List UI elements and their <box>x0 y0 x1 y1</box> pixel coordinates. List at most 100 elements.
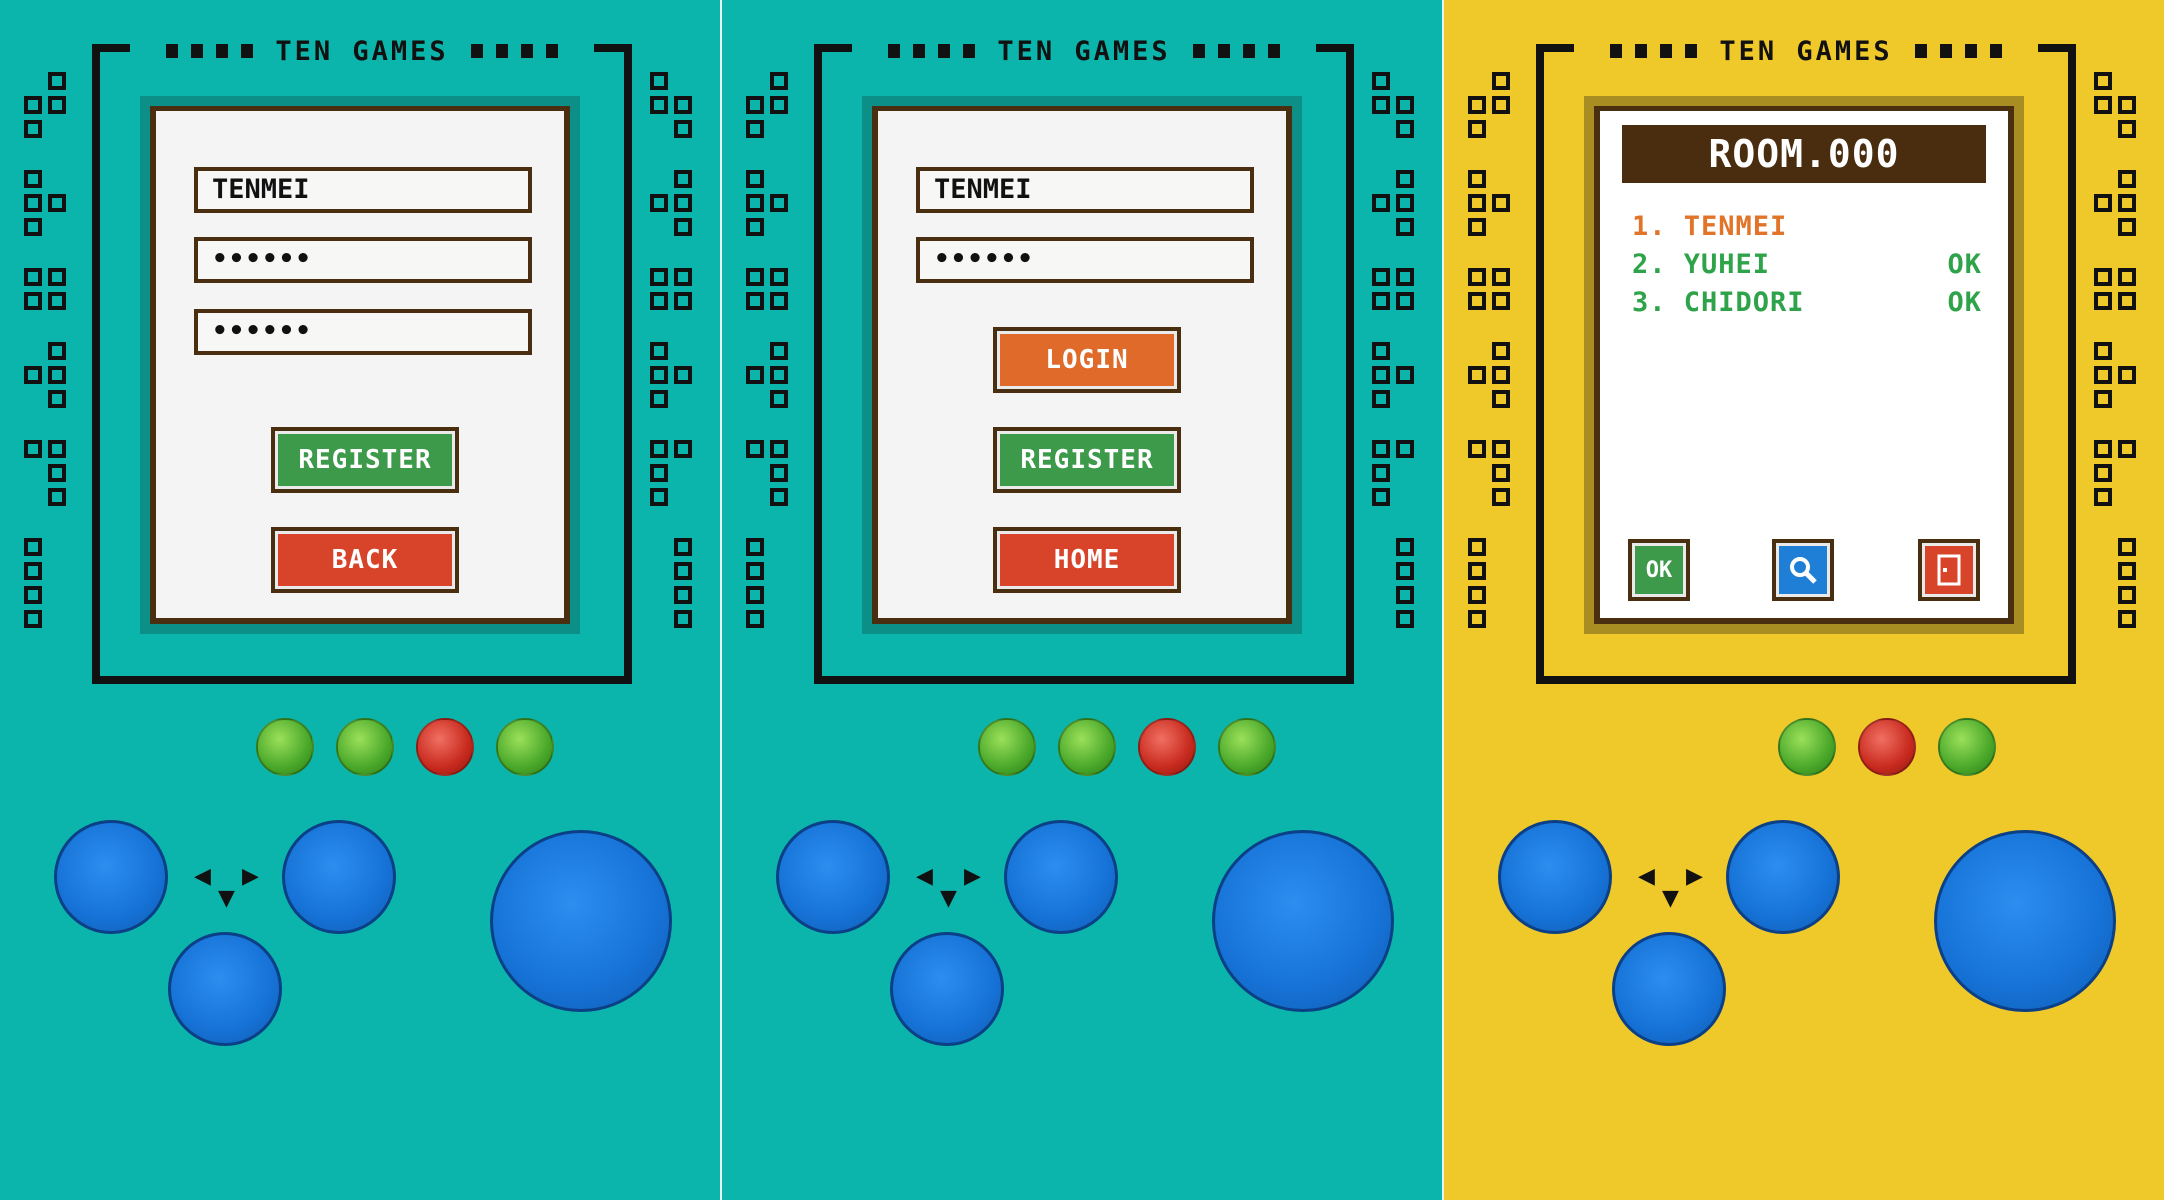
tetromino-block <box>674 562 692 580</box>
tetromino-block <box>24 218 42 236</box>
tetromino-block <box>746 562 764 580</box>
tetromino-block <box>674 440 692 458</box>
tetromino-block <box>650 488 668 506</box>
tetromino-block <box>2094 342 2112 360</box>
action-button[interactable] <box>490 830 672 1012</box>
tetromino-block <box>770 440 788 458</box>
led-green <box>978 718 1036 776</box>
title-dash <box>1914 44 1927 58</box>
tetromino-block <box>1468 268 1486 286</box>
dpad-right-button[interactable] <box>1726 820 1840 934</box>
tetromino-block <box>674 538 692 556</box>
dpad-right-button[interactable] <box>282 820 396 934</box>
led-red <box>1138 718 1196 776</box>
tetromino-block <box>1492 440 1510 458</box>
username-field[interactable]: TENMEI <box>194 167 532 213</box>
tetromino-block <box>650 96 668 114</box>
tetromino-block <box>2094 96 2112 114</box>
tetromino-block <box>48 96 66 114</box>
led-green <box>336 718 394 776</box>
title-dash <box>888 44 901 58</box>
action-button[interactable] <box>1212 830 1394 1012</box>
arrow-left-icon: ◀ <box>194 864 211 889</box>
title-dash <box>1939 44 1952 58</box>
title-dash <box>1192 44 1205 58</box>
panel-register: TEN GAMES TEN GAMES TENMEI •••••• ••••••… <box>0 0 720 1200</box>
tetromino-block <box>1372 342 1390 360</box>
dpad-down-button[interactable] <box>890 932 1004 1046</box>
tetromino-block <box>674 610 692 628</box>
arrow-left-icon: ◀ <box>916 864 933 889</box>
exit-button[interactable] <box>1918 539 1980 601</box>
tetromino-block <box>674 218 692 236</box>
led-green <box>1778 718 1836 776</box>
player-name: 1. TENMEI <box>1632 211 1788 242</box>
tetromino-block <box>770 464 788 482</box>
register-button[interactable]: REGISTER <box>271 427 459 493</box>
title-dash <box>520 44 533 58</box>
tetromino-block <box>1468 562 1486 580</box>
tetromino-block <box>1492 72 1510 90</box>
tetromino-block <box>48 72 66 90</box>
back-button-label: BACK <box>331 545 399 575</box>
right-block-column <box>2094 66 2142 636</box>
action-button[interactable] <box>1934 830 2116 1012</box>
tetromino-block <box>770 96 788 114</box>
tetromino-block <box>674 194 692 212</box>
tetromino-block <box>1492 292 1510 310</box>
tetromino-block <box>1468 292 1486 310</box>
login-screen: TENMEI •••••• LOGIN REGISTER HOME <box>872 106 1292 624</box>
tetromino-block <box>1468 120 1486 138</box>
tetromino-block <box>650 366 668 384</box>
tetromino-block <box>746 170 764 188</box>
dpad-down-button[interactable] <box>168 932 282 1046</box>
dpad-left-button[interactable] <box>54 820 168 934</box>
login-button[interactable]: LOGIN <box>993 327 1181 393</box>
confirm-password-field[interactable]: •••••• <box>194 309 532 355</box>
register-button[interactable]: REGISTER <box>993 427 1181 493</box>
tetromino-block <box>746 586 764 604</box>
tetromino-block <box>674 586 692 604</box>
left-block-column <box>24 66 72 636</box>
tetromino-block <box>674 170 692 188</box>
tetromino-block <box>2094 268 2112 286</box>
password-field[interactable]: •••••• <box>916 237 1254 283</box>
search-icon <box>1790 557 1817 584</box>
title-dash <box>913 44 926 58</box>
tetromino-block <box>650 194 668 212</box>
title-dash <box>1635 44 1648 58</box>
tetromino-block <box>650 292 668 310</box>
tetromino-block <box>1372 292 1390 310</box>
back-button[interactable]: BACK <box>271 527 459 593</box>
search-button[interactable] <box>1772 539 1834 601</box>
password-field[interactable]: •••••• <box>194 237 532 283</box>
register-button-label: REGISTER <box>298 445 432 475</box>
tetromino-block <box>48 268 66 286</box>
home-button[interactable]: HOME <box>993 527 1181 593</box>
dpad-left-button[interactable] <box>776 820 890 934</box>
tetromino-block <box>2118 292 2136 310</box>
led-green <box>1058 718 1116 776</box>
tetromino-block <box>770 366 788 384</box>
arrow-right-icon: ▶ <box>1686 864 1703 889</box>
ok-button[interactable]: OK <box>1628 539 1690 601</box>
title-dashes-right <box>1914 44 2002 58</box>
led-red <box>416 718 474 776</box>
title-dash <box>938 44 951 58</box>
tetromino-block <box>770 72 788 90</box>
title-dash <box>545 44 558 58</box>
tetromino-block <box>2118 610 2136 628</box>
tetromino-block <box>1372 72 1390 90</box>
dpad-down-button[interactable] <box>1612 932 1726 1046</box>
led-green <box>256 718 314 776</box>
tetromino-block <box>1372 194 1390 212</box>
player-row: 2. YUHEI OK <box>1632 249 1982 283</box>
tetromino-block <box>674 292 692 310</box>
arrow-right-icon: ▶ <box>242 864 259 889</box>
dpad-left-button[interactable] <box>1498 820 1612 934</box>
username-field[interactable]: TENMEI <box>916 167 1254 213</box>
dpad-right-button[interactable] <box>1004 820 1118 934</box>
tetromino-block <box>650 390 668 408</box>
left-block-column <box>746 66 794 636</box>
arrow-down-icon: ▼ <box>1662 886 1679 911</box>
